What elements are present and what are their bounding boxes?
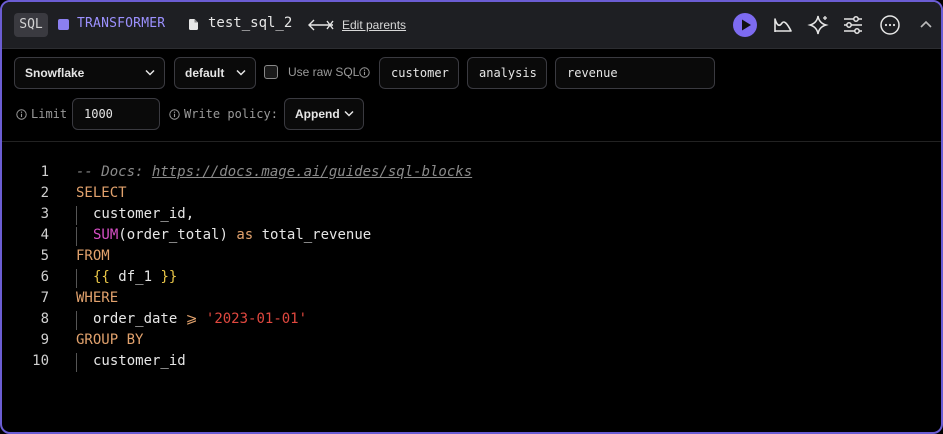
code-token: FROM xyxy=(76,248,110,264)
code-token: GROUP BY xyxy=(76,332,144,348)
language-badge: SQL xyxy=(14,13,48,37)
code-token: customer_id xyxy=(93,353,186,369)
ai-assist-button[interactable] xyxy=(806,13,830,37)
line-number: 1 xyxy=(40,164,49,180)
code-token: SELECT xyxy=(76,185,127,201)
code-token: }} xyxy=(160,269,178,285)
line-number: 10 xyxy=(32,353,49,369)
code-token: df_1 xyxy=(109,269,161,285)
code-text: FROM xyxy=(76,246,110,267)
write-policy-select[interactable]: Append xyxy=(284,98,364,130)
code-line: 3 customer_id, xyxy=(2,204,941,225)
block-header: SQL TRANSFORMER test_sql_2 Edit parents xyxy=(2,2,941,49)
code-line: 9 GROUP BY xyxy=(2,330,941,351)
play-icon xyxy=(742,19,751,31)
code-editor[interactable]: 1 -- Docs: https://docs.mage.ai/guides/sq… xyxy=(2,162,941,392)
code-block: SQL TRANSFORMER test_sql_2 Edit parents xyxy=(0,0,943,434)
line-number: 5 xyxy=(40,248,49,264)
tag-item[interactable]: revenue xyxy=(555,57,715,89)
block-name[interactable]: test_sql_2 xyxy=(208,15,292,31)
line-number: 8 xyxy=(40,311,49,327)
run-button[interactable] xyxy=(733,13,757,37)
more-icon xyxy=(880,15,900,35)
code-text: customer_id xyxy=(76,351,186,372)
info-icon xyxy=(169,109,180,120)
code-token: {{ xyxy=(93,269,110,285)
code-line: 10 customer_id xyxy=(2,351,941,372)
chart-button[interactable] xyxy=(771,13,795,37)
code-text: SUM(order_total) as total_revenue xyxy=(76,225,371,246)
code-line: 8 order_date ⩾ '2023-01-01' xyxy=(2,309,941,330)
write-policy-label: Write policy: xyxy=(184,107,278,121)
limit-label: Limit xyxy=(31,107,68,121)
block-type-color-icon xyxy=(58,19,69,30)
code-text: -- Docs: https://docs.mage.ai/guides/sql… xyxy=(76,162,472,183)
block-type-label: TRANSFORMER xyxy=(77,16,166,31)
chevron-up-icon xyxy=(920,20,932,28)
code-line: 2 SELECT xyxy=(2,183,941,204)
edit-parents-link[interactable]: Edit parents xyxy=(342,18,406,32)
chevron-down-icon xyxy=(145,69,155,76)
code-text: WHERE xyxy=(76,288,118,309)
code-token: customer_id, xyxy=(93,206,195,222)
line-number: 2 xyxy=(40,185,49,201)
line-number: 3 xyxy=(40,206,49,222)
line-number: 4 xyxy=(40,227,49,243)
code-token: SUM xyxy=(93,227,119,243)
more-options-button[interactable] xyxy=(878,13,902,37)
code-line: 1 -- Docs: https://docs.mage.ai/guides/sq… xyxy=(2,162,941,183)
settings-button[interactable] xyxy=(841,13,865,37)
code-text: {{ df_1 }} xyxy=(76,267,177,288)
code-text: SELECT xyxy=(76,183,127,204)
info-icon xyxy=(359,67,370,78)
code-line: 5 FROM xyxy=(2,246,941,267)
code-token[interactable]: https://docs.mage.ai/guides/sql-blocks xyxy=(152,164,472,180)
connection-value: Snowflake xyxy=(25,66,85,80)
info-icon xyxy=(16,109,27,120)
code-token: (order_total) xyxy=(118,227,237,243)
code-token: '2023-01-01' xyxy=(205,311,308,327)
code-text: customer_id, xyxy=(76,204,194,225)
limit-input[interactable] xyxy=(72,98,160,130)
parents-arrow-icon xyxy=(308,19,334,31)
tag-item[interactable]: analysis xyxy=(467,57,547,89)
code-token: total_revenue xyxy=(253,227,372,243)
code-line: 4 SUM(order_total) as total_revenue xyxy=(2,225,941,246)
code-text: order_date ⩾ '2023-01-01' xyxy=(76,309,307,330)
code-text: GROUP BY xyxy=(76,330,143,351)
code-line: 6 {{ df_1 }} xyxy=(2,267,941,288)
line-number: 7 xyxy=(40,290,49,306)
code-token: -- Docs: xyxy=(76,164,152,180)
code-token: ⩾ xyxy=(185,311,198,327)
chevron-down-icon xyxy=(236,69,246,76)
code-token: WHERE xyxy=(76,290,119,306)
use-raw-sql-checkbox[interactable] xyxy=(264,65,278,79)
code-line: 7 WHERE xyxy=(2,288,941,309)
line-number: 9 xyxy=(40,332,49,348)
write-policy-value: Append xyxy=(295,107,340,121)
code-token: order_date xyxy=(93,311,186,327)
chart-icon xyxy=(774,18,792,32)
use-raw-sql-label: Use raw SQL xyxy=(288,65,360,79)
file-icon xyxy=(189,19,198,30)
code-token: as xyxy=(236,227,254,243)
collapse-button[interactable] xyxy=(914,13,938,37)
chevron-down-icon xyxy=(344,110,354,117)
sql-settings-bar: Snowflake default Use raw SQL customer a… xyxy=(2,49,941,142)
profile-value: default xyxy=(185,66,225,80)
tag-item[interactable]: customer xyxy=(379,57,459,89)
line-number: 6 xyxy=(40,269,49,285)
connection-select[interactable]: Snowflake xyxy=(14,57,165,89)
profile-select[interactable]: default xyxy=(174,57,256,89)
sparkle-icon xyxy=(807,15,829,35)
sliders-icon xyxy=(844,16,862,34)
